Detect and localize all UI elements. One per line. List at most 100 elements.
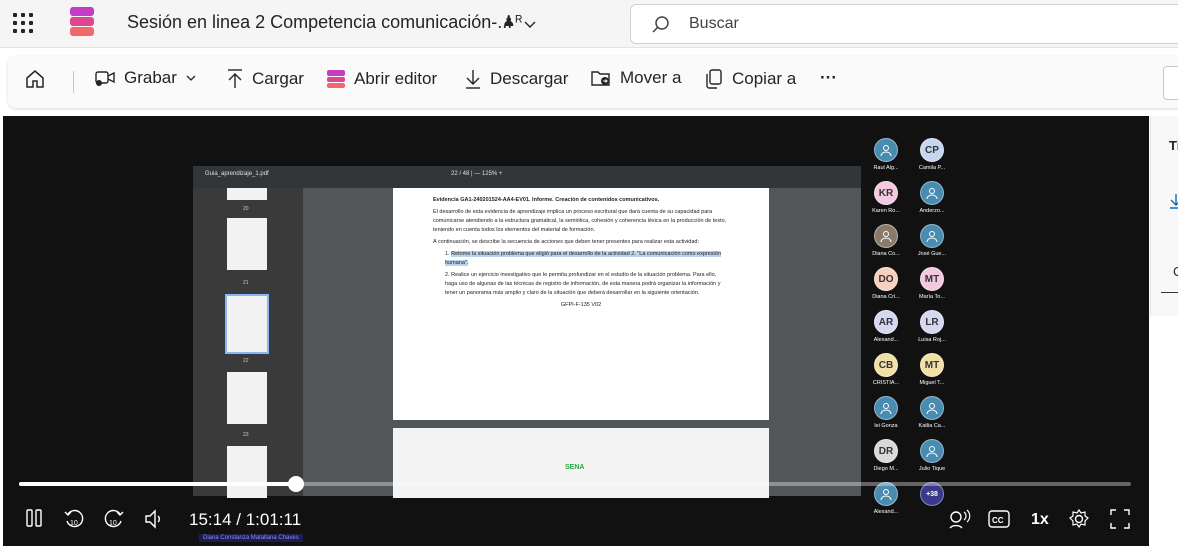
video-player[interactable]: Guia_aprendizaje_1.pdf 22 / 48 | — 125% …: [3, 116, 1149, 546]
search-placeholder: Buscar: [689, 15, 739, 32]
participant-name: Luisa Roj...: [918, 337, 946, 343]
download-icon: [466, 70, 480, 89]
participant-tile: LR Luisa Roj...: [909, 310, 955, 343]
participant-avatar: [874, 396, 898, 420]
participant-tile: CB CRISTIA...: [863, 353, 909, 386]
participant-tile: Diana Co...: [863, 224, 909, 257]
video-title[interactable]: Sesión en linea 2 Competencia comunicaci…: [127, 12, 512, 33]
pdf-thumbnail-active: [225, 294, 269, 354]
pdf-list-item: Realice un ejercicio investigativo que l…: [445, 272, 721, 296]
copy-icon: [706, 69, 722, 89]
thumb-label: 20: [243, 206, 249, 212]
participant-name: Diana Cri...: [872, 294, 900, 300]
participant-avatar: [920, 181, 944, 205]
participant-avatar: [874, 224, 898, 248]
participant-name: lei Gonza: [874, 423, 898, 429]
pdf-highlighted-item: Retome la situación problema que eligió …: [445, 251, 721, 266]
progress-handle[interactable]: [287, 476, 304, 492]
download-label: Descargar: [490, 69, 569, 88]
audio-description-icon[interactable]: [947, 508, 971, 530]
participant-tile: DR Diego M...: [863, 439, 909, 472]
pdf-page-indicator: 22 / 48 | — 125% +: [451, 171, 503, 177]
participant-name: Julio Tique: [918, 466, 946, 472]
panel-tab[interactable]: C: [1173, 264, 1178, 279]
thumb-label: 22: [243, 358, 249, 364]
participant-name: Raul Alg...: [873, 165, 899, 171]
settings-gear-icon[interactable]: [1067, 508, 1091, 530]
svg-text:10: 10: [70, 520, 78, 527]
thumb-label: 23: [243, 432, 249, 438]
folder-move-icon: [591, 71, 610, 86]
chevron-down-icon[interactable]: [523, 18, 537, 32]
pdf-thumbnails: 20 21 22 23: [193, 188, 303, 498]
participant-name: María To...: [919, 294, 945, 300]
home-button[interactable]: [24, 68, 46, 90]
participant-tile: Anderzo...: [909, 181, 955, 214]
participant-avatar: CP: [920, 138, 944, 162]
pdf-thumbnail: [227, 446, 267, 498]
participant-name: Katlia Ca...: [918, 423, 946, 429]
progress-fill: [19, 482, 296, 486]
more-options-icon: ···: [820, 68, 837, 87]
upload-icon: [228, 69, 242, 88]
playback-speed[interactable]: 1x: [1031, 511, 1049, 529]
participant-avatar: MT: [920, 353, 944, 377]
pdf-thumbnail: [227, 372, 267, 424]
participant-name: Diego M...: [873, 466, 899, 472]
participant-tile: MT Miguel T...: [909, 353, 955, 386]
thumb-label: 21: [243, 280, 249, 286]
more-options-button[interactable]: ···: [820, 68, 837, 88]
pause-icon[interactable]: [25, 508, 43, 528]
pdf-filename: Guia_aprendizaje_1.pdf: [205, 171, 269, 177]
participant-gallery: Raul Alg... CP Camila P... KR Karen Ro... And…: [863, 138, 983, 538]
participant-avatar: [920, 224, 944, 248]
move-to-button[interactable]: Mover a: [590, 68, 681, 88]
participant-tile: lei Gonza: [863, 396, 909, 429]
details-panel: Ti C: [1150, 116, 1178, 316]
closed-captions-icon[interactable]: CC: [987, 508, 1011, 530]
participant-name: José Gue...: [917, 251, 947, 257]
pdf-thumbnail: [227, 218, 267, 270]
record-button[interactable]: Grabar: [94, 68, 197, 88]
participant-name: Camila P...: [918, 165, 946, 171]
download-button[interactable]: Descargar: [464, 68, 568, 90]
rewind-10-icon[interactable]: 10: [63, 508, 85, 530]
sena-logo: SENA: [565, 464, 585, 471]
participant-avatar: AR: [874, 310, 898, 334]
fullscreen-icon[interactable]: [1109, 508, 1131, 530]
search-box[interactable]: Buscar: [630, 4, 1178, 44]
participant-avatar: DO: [874, 267, 898, 291]
participant-name: Diana Co...: [872, 251, 900, 257]
participant-tile: DO Diana Cri...: [863, 267, 909, 300]
participant-tile: AR Alexand...: [863, 310, 909, 343]
participant-name: Anderzo...: [919, 208, 945, 214]
app-launcher-icon[interactable]: [10, 10, 36, 36]
upload-button[interactable]: Cargar: [226, 68, 304, 90]
participant-avatar: LR: [920, 310, 944, 334]
copy-to-button[interactable]: Copiar a: [704, 68, 796, 90]
panel-empty-area: [1150, 316, 1178, 546]
home-icon: [26, 70, 44, 88]
volume-icon[interactable]: [143, 508, 167, 530]
app-title-bar: Sesión en linea 2 Competencia comunicaci…: [0, 0, 1178, 48]
pdf-page: Evidencia GA1-240201524-AA4-EV01. Inform…: [393, 188, 769, 420]
pdf-toolbar: Guia_aprendizaje_1.pdf 22 / 48 | — 125% …: [193, 166, 861, 188]
participant-avatar: [920, 439, 944, 463]
participant-tile: Katlia Ca...: [909, 396, 955, 429]
panel-divider: [1161, 292, 1178, 293]
open-editor-button[interactable]: Abrir editor: [326, 68, 437, 90]
download-icon[interactable]: [1169, 192, 1178, 210]
participant-name: Alexand...: [873, 337, 899, 343]
participant-tile: KR Karen Ro...: [863, 181, 909, 214]
pdf-footer-code: GFPI-F-135 V02: [560, 302, 602, 308]
shared-screen: Guia_aprendizaje_1.pdf 22 / 48 | — 125% …: [193, 166, 861, 498]
toolbar-divider: [73, 71, 74, 93]
participant-tile: José Gue...: [909, 224, 955, 257]
toolbar-right-button[interactable]: [1163, 66, 1178, 100]
pdf-paragraph: El desarrollo de esta evidencia de apren…: [433, 209, 727, 233]
progress-bar[interactable]: [19, 476, 1131, 492]
people-icon[interactable]: ♟ᴿ: [502, 12, 522, 30]
participant-tile: MT María To...: [909, 267, 955, 300]
participant-name: Miguel T...: [919, 380, 945, 386]
forward-10-icon[interactable]: 10: [103, 508, 125, 530]
